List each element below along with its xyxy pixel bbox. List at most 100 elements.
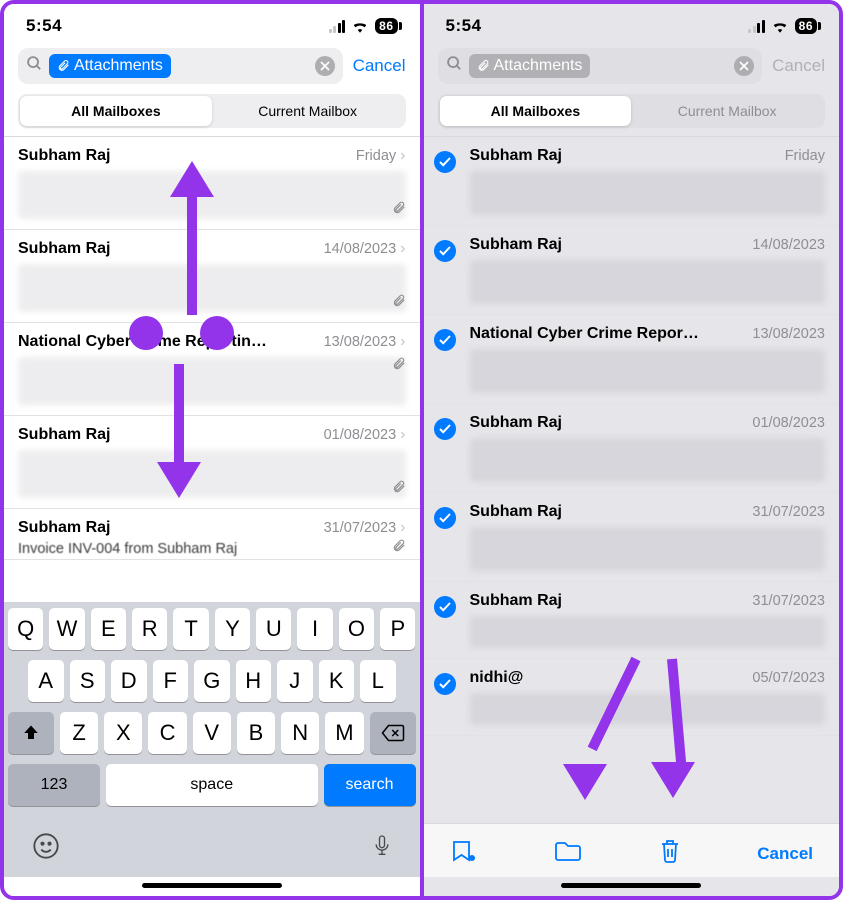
selection-check-icon[interactable] — [434, 329, 456, 351]
home-indicator[interactable] — [142, 883, 282, 888]
key-n[interactable]: N — [281, 712, 319, 754]
email-row[interactable]: National Cyber Crime Repor… 13/08/2023 — [424, 315, 840, 404]
wifi-icon — [351, 19, 369, 33]
clear-search-button[interactable] — [315, 56, 335, 76]
key-t[interactable]: T — [173, 608, 208, 650]
selection-check-icon[interactable] — [434, 507, 456, 529]
key-x[interactable]: X — [104, 712, 142, 754]
email-row[interactable]: nidhi@ 05/07/2023 — [424, 659, 840, 736]
email-date: 05/07/2023 — [752, 670, 825, 686]
sender-name: nidhi@ — [470, 669, 524, 687]
key-k[interactable]: K — [319, 660, 355, 702]
attachment-icon — [392, 201, 406, 220]
search-input[interactable]: Attachments — [438, 48, 763, 84]
backspace-key[interactable] — [370, 712, 416, 754]
key-f[interactable]: F — [153, 660, 189, 702]
sender-name: Subham Raj — [18, 147, 110, 165]
email-preview — [18, 264, 406, 312]
key-v[interactable]: V — [193, 712, 231, 754]
email-row[interactable]: Subham Raj 01/08/2023 — [424, 404, 840, 493]
cancel-search-button: Cancel — [772, 56, 825, 76]
email-date: 14/08/2023 — [752, 237, 825, 253]
segment-current-mailbox[interactable]: Current Mailbox — [212, 96, 404, 126]
key-p[interactable]: P — [380, 608, 415, 650]
email-row[interactable]: Subham Raj 14/08/2023› — [4, 230, 420, 323]
emoji-key[interactable] — [32, 832, 60, 865]
selection-check-icon[interactable] — [434, 596, 456, 618]
key-s[interactable]: S — [70, 660, 106, 702]
attachment-icon — [392, 357, 406, 376]
key-y[interactable]: Y — [215, 608, 250, 650]
cancel-selection-button[interactable]: Cancel — [757, 844, 813, 864]
chevron-right-icon: › — [400, 147, 405, 165]
key-d[interactable]: D — [111, 660, 147, 702]
cancel-search-button[interactable]: Cancel — [353, 56, 406, 76]
battery-icon: 86 — [375, 18, 397, 34]
key-e[interactable]: E — [91, 608, 126, 650]
key-b[interactable]: B — [237, 712, 275, 754]
selection-check-icon[interactable] — [434, 673, 456, 695]
selection-check-icon[interactable] — [434, 418, 456, 440]
email-date: 01/08/2023 — [324, 427, 397, 443]
email-row[interactable]: Subham Raj 31/07/2023› Invoice INV-004 f… — [4, 509, 420, 560]
key-l[interactable]: L — [360, 660, 396, 702]
status-time: 5:54 — [26, 16, 62, 36]
space-key[interactable]: space — [106, 764, 318, 806]
selection-check-icon[interactable] — [434, 240, 456, 262]
key-q[interactable]: Q — [8, 608, 43, 650]
move-button[interactable] — [553, 839, 583, 868]
selection-toolbar: Cancel — [424, 823, 840, 877]
signal-icon — [748, 20, 765, 33]
mailbox-scope-segment[interactable]: All Mailboxes Current Mailbox — [438, 94, 826, 128]
email-row[interactable]: Subham Raj 31/07/2023 — [424, 493, 840, 582]
key-r[interactable]: R — [132, 608, 167, 650]
email-row[interactable]: Subham Raj Friday — [424, 137, 840, 226]
search-input[interactable]: Attachments — [18, 48, 343, 84]
dictation-key[interactable] — [372, 832, 392, 865]
sender-name: Subham Raj — [470, 503, 562, 521]
email-subject: Invoice INV-004 from Subham Raj — [18, 541, 406, 557]
search-icon — [26, 55, 43, 77]
segment-all-mailboxes[interactable]: All Mailboxes — [20, 96, 212, 126]
email-list[interactable]: Subham Raj Friday› Subham Raj 14/08/2023… — [4, 137, 420, 602]
key-j[interactable]: J — [277, 660, 313, 702]
key-m[interactable]: M — [325, 712, 363, 754]
email-row[interactable]: National Cyber Crime Reportin… 13/08/202… — [4, 323, 420, 416]
email-row[interactable]: Subham Raj Friday› — [4, 137, 420, 230]
keyboard[interactable]: QWERTYUIOP ASDFGHJKL ZXCVBNM 123 space s… — [4, 602, 420, 877]
mailbox-scope-segment[interactable]: All Mailboxes Current Mailbox — [18, 94, 406, 128]
chevron-right-icon: › — [400, 426, 405, 444]
key-z[interactable]: Z — [60, 712, 98, 754]
trash-button[interactable] — [658, 838, 682, 869]
key-g[interactable]: G — [194, 660, 230, 702]
email-row[interactable]: Subham Raj 14/08/2023 — [424, 226, 840, 315]
email-row[interactable]: Subham Raj 01/08/2023› — [4, 416, 420, 509]
key-h[interactable]: H — [236, 660, 272, 702]
attachment-icon — [392, 294, 406, 313]
key-c[interactable]: C — [148, 712, 186, 754]
key-a[interactable]: A — [28, 660, 64, 702]
selection-check-icon[interactable] — [434, 151, 456, 173]
segment-all-mailboxes[interactable]: All Mailboxes — [440, 96, 632, 126]
email-list[interactable]: Subham Raj Friday Subham Raj 14/08/2023 … — [424, 137, 840, 823]
clear-search-button[interactable] — [734, 56, 754, 76]
home-indicator[interactable] — [561, 883, 701, 888]
shift-key[interactable] — [8, 712, 54, 754]
email-preview — [18, 357, 406, 405]
key-u[interactable]: U — [256, 608, 291, 650]
wifi-icon — [771, 19, 789, 33]
key-i[interactable]: I — [297, 608, 332, 650]
email-row[interactable]: Subham Raj 31/07/2023 — [424, 582, 840, 659]
search-key[interactable]: search — [324, 764, 416, 806]
chevron-right-icon: › — [400, 519, 405, 537]
email-preview — [470, 527, 826, 571]
search-icon — [446, 55, 463, 77]
mark-button[interactable] — [450, 839, 478, 868]
segment-current-mailbox[interactable]: Current Mailbox — [631, 96, 823, 126]
numbers-key[interactable]: 123 — [8, 764, 100, 806]
search-token-attachments[interactable]: Attachments — [49, 54, 171, 78]
sender-name: Subham Raj — [470, 147, 562, 165]
key-o[interactable]: O — [339, 608, 374, 650]
sender-name: Subham Raj — [18, 240, 110, 258]
key-w[interactable]: W — [49, 608, 84, 650]
